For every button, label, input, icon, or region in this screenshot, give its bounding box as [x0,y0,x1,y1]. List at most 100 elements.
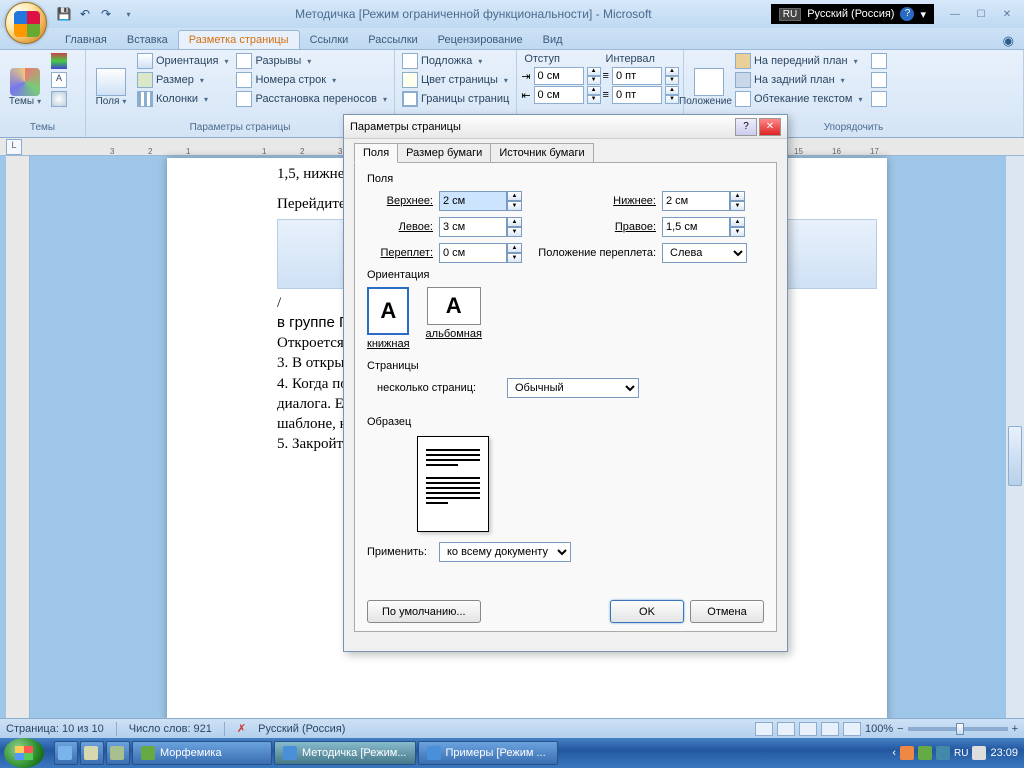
qat-customize-icon[interactable] [118,5,136,23]
bringfront-button[interactable]: На передний план [732,52,866,70]
tray-icon[interactable] [936,746,950,760]
taskbar-item-2[interactable]: Методичка [Режим... [274,741,416,765]
theme-effects-button[interactable] [48,90,70,108]
tab-insert[interactable]: Вставка [117,31,178,49]
tab-view[interactable]: Вид [533,31,573,49]
portrait-option[interactable]: Aкнижная [367,287,410,350]
landscape-option[interactable]: Aальбомная [426,287,482,350]
sendback-button[interactable]: На задний план [732,71,866,89]
status-language[interactable]: Русский (Россия) [258,723,345,735]
minimize-button[interactable]: — [942,6,968,22]
applyto-select[interactable]: ко всему документу [439,542,571,562]
pagecolor-button[interactable]: Цвет страницы [399,71,512,89]
taskbar-item-3[interactable]: Примеры [Режим ... [418,741,558,765]
textwrap-button[interactable]: Обтекание текстом [732,90,866,108]
top-margin-input[interactable] [439,191,507,211]
spacing-header: Интервал [603,52,679,66]
vertical-ruler[interactable] [6,156,30,720]
theme-colors-button[interactable] [48,52,70,70]
multipages-select[interactable]: Обычный [507,378,639,398]
margins-button[interactable]: Поля [90,52,132,122]
quicklaunch-switch[interactable] [106,741,130,765]
rotate-button[interactable] [868,90,890,108]
pageborders-button[interactable]: Границы страниц [399,90,512,108]
qat-undo-icon[interactable]: ↶ [76,5,94,23]
zoom-slider[interactable] [908,727,1008,731]
start-button[interactable] [4,738,44,768]
tab-selector[interactable]: L [6,139,22,155]
vertical-scrollbar[interactable] [1006,156,1024,720]
tray-clock[interactable]: 23:09 [990,747,1018,759]
space-after-input[interactable] [612,86,662,104]
status-page[interactable]: Страница: 10 из 10 [6,723,104,735]
gutter-input[interactable] [439,243,507,263]
window-controls: — ☐ ✕ [942,6,1020,22]
help-icon[interactable]: ? [900,7,914,21]
size-button[interactable]: Размер [134,71,231,89]
zoom-value[interactable]: 100% [865,723,893,735]
view-outline-button[interactable] [821,722,839,736]
dialog-tab-margins[interactable]: Поля [354,143,398,163]
status-words[interactable]: Число слов: 921 [129,723,212,735]
dialog-tab-layout[interactable]: Источник бумаги [490,143,593,163]
language-indicator[interactable]: RU Русский (Россия) ? ▾ [771,4,934,24]
view-printlayout-button[interactable] [755,722,773,736]
scrollbar-thumb[interactable] [1008,426,1022,486]
tab-home[interactable]: Главная [55,31,117,49]
columns-button[interactable]: Колонки [134,90,231,108]
office-button[interactable] [5,2,47,44]
view-fullscreen-button[interactable] [777,722,795,736]
lang-close-icon[interactable]: ▾ [920,8,926,21]
spin-down[interactable]: ▼ [587,76,601,85]
proofing-icon[interactable]: ✗ [237,722,246,735]
dialog-titlebar[interactable]: Параметры страницы ? ✕ [344,115,787,139]
zoom-in-button[interactable]: + [1012,723,1018,735]
taskbar-item-1[interactable]: Морфемика [132,741,272,765]
breaks-button[interactable]: Разрывы [233,52,390,70]
quicklaunch-explorer[interactable] [54,741,78,765]
tab-page-layout[interactable]: Разметка страницы [178,30,300,49]
quicklaunch-desktop[interactable] [80,741,104,765]
close-button[interactable]: ✕ [994,6,1020,22]
tray-volume-icon[interactable] [972,746,986,760]
bottom-margin-input[interactable] [662,191,730,211]
left-margin-input[interactable] [439,217,507,237]
tray-lang-icon[interactable]: RU [954,748,968,759]
default-button[interactable]: По умолчанию... [367,600,481,623]
right-margin-input[interactable] [662,217,730,237]
themes-button[interactable]: Темы [4,52,46,122]
tray-icon[interactable] [900,746,914,760]
orientation-button[interactable]: Ориентация [134,52,231,70]
tab-review[interactable]: Рецензирование [428,31,533,49]
ribbon-help-icon[interactable]: ◉ [1003,33,1014,49]
tray-icon[interactable] [918,746,932,760]
view-web-button[interactable] [799,722,817,736]
system-tray: ‹ RU 23:09 [892,746,1024,760]
group-button[interactable] [868,71,890,89]
indent-right-input[interactable] [534,86,584,104]
linenumbers-button[interactable]: Номера строк [233,71,390,89]
cancel-button[interactable]: Отмена [690,600,764,623]
zoom-out-button[interactable]: − [897,723,903,735]
position-button[interactable]: Положение [688,52,730,122]
qat-redo-icon[interactable]: ↷ [97,5,115,23]
tab-references[interactable]: Ссылки [300,31,359,49]
tray-arrow-icon[interactable]: ‹ [892,747,896,759]
indent-left-input[interactable] [534,67,584,85]
space-before-input[interactable] [612,67,662,85]
hyphenation-button[interactable]: Расстановка переносов [233,90,390,108]
dialog-tab-paper[interactable]: Размер бумаги [397,143,491,163]
gutterpos-select[interactable]: Слева [662,243,747,263]
ok-button[interactable]: OK [610,600,684,623]
qat-save-icon[interactable]: 💾 [55,5,73,23]
dialog-help-button[interactable]: ? [735,118,757,136]
align-button[interactable] [868,52,890,70]
watermark-button[interactable]: Подложка [399,52,512,70]
zoom-handle[interactable] [956,723,964,735]
maximize-button[interactable]: ☐ [968,6,994,22]
tab-mailings[interactable]: Рассылки [358,31,427,49]
dialog-close-button[interactable]: ✕ [759,118,781,136]
view-draft-button[interactable] [843,722,861,736]
theme-fonts-button[interactable]: A [48,71,70,89]
spin-up[interactable]: ▲ [587,67,601,76]
